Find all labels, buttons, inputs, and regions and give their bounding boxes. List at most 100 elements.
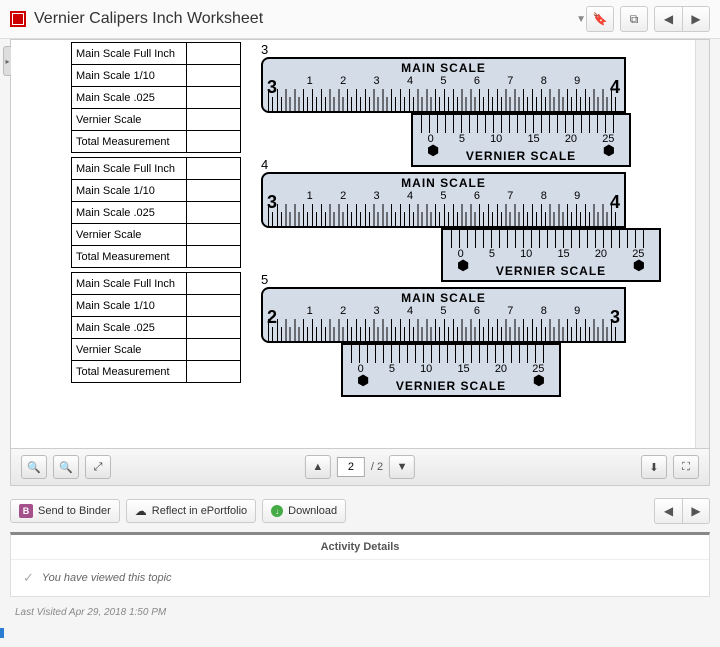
viewer-download-button[interactable]: ⬇ <box>641 455 667 479</box>
table-label: Total Measurement <box>72 246 187 268</box>
worksheet-row: Main Scale Full InchMain Scale 1/10Main … <box>26 155 684 268</box>
table-value <box>187 273 241 295</box>
viewer-controls: 🔍 🔍 ⤢ ▲ / 2 ▼ ⬇ ⛶ <box>11 448 709 485</box>
table-label: Vernier Scale <box>72 339 187 361</box>
pdf-icon <box>10 11 26 27</box>
caliper-block: 4 MAIN SCALE 3 4 123456789 0510152025 VE… <box>261 157 626 268</box>
table-value <box>187 202 241 224</box>
prev-topic-button[interactable]: ◀ <box>654 6 682 32</box>
main-scale-label: MAIN SCALE <box>263 289 624 305</box>
last-visited: Last Visited Apr 29, 2018 1:50 PM <box>0 597 720 628</box>
reflect-eportfolio-button[interactable]: ☁ Reflect in ePortfolio <box>126 499 256 523</box>
lock-right-icon: ⬢ <box>603 142 615 159</box>
caliper-graphic: MAIN SCALE 3 4 123456789 0510152025 VERN… <box>261 172 626 228</box>
vernier-ticks <box>451 230 651 248</box>
bookmark-button[interactable]: 🔖 <box>586 6 614 32</box>
table-label: Main Scale 1/10 <box>72 65 187 87</box>
table-value <box>187 295 241 317</box>
table-label: Main Scale 1/10 <box>72 180 187 202</box>
doc-title: Vernier Calipers Inch Worksheet <box>34 10 568 28</box>
download-button[interactable]: ↓ Download <box>262 499 346 523</box>
table-value <box>187 317 241 339</box>
next-action-button[interactable]: ▶ <box>682 498 710 524</box>
table-label: Main Scale Full Inch <box>72 273 187 295</box>
table-value <box>187 87 241 109</box>
table-value <box>187 43 241 65</box>
zoom-out-button[interactable]: 🔍 <box>21 455 47 479</box>
caliper-graphic: MAIN SCALE 2 3 123456789 0510152025 VERN… <box>261 287 626 343</box>
caliper-graphic: MAIN SCALE 3 4 123456789 0510152025 VERN… <box>261 57 626 113</box>
activity-details-heading: Activity Details <box>11 535 709 560</box>
main-scale-label: MAIN SCALE <box>263 174 624 190</box>
check-icon: ✓ <box>23 570 34 586</box>
table-value <box>187 65 241 87</box>
table-value <box>187 361 241 383</box>
fullscreen-button[interactable]: ⛶ <box>673 455 699 479</box>
prev-action-button[interactable]: ◀ <box>654 498 682 524</box>
send-to-binder-button[interactable]: B Send to Binder <box>10 499 120 523</box>
page-dropdown-button[interactable]: ▼ <box>389 455 415 479</box>
page-number-input[interactable] <box>337 457 365 477</box>
expand-sidebar-tab[interactable]: ▸ <box>3 46 11 76</box>
table-value <box>187 246 241 268</box>
table-value <box>187 131 241 153</box>
table-label: Main Scale Full Inch <box>72 43 187 65</box>
table-value <box>187 339 241 361</box>
measurement-table: Main Scale Full InchMain Scale 1/10Main … <box>71 272 241 383</box>
worksheet-row: Main Scale Full InchMain Scale 1/10Main … <box>26 40 684 153</box>
table-label: Main Scale .025 <box>72 87 187 109</box>
table-label: Main Scale .025 <box>72 317 187 339</box>
table-value <box>187 109 241 131</box>
viewer-frame: ▸ Main Scale Full InchMain Scale 1/10Mai… <box>10 39 710 486</box>
popout-button[interactable]: ⧉ <box>620 6 648 32</box>
page-up-button[interactable]: ▲ <box>305 455 331 479</box>
lock-right-icon: ⬢ <box>533 372 545 389</box>
vernier-label: VERNIER SCALE <box>343 379 559 393</box>
vernier-scale: 0510152025 VERNIER SCALE ⬢ ⬢ <box>411 113 631 167</box>
fit-width-button[interactable]: ⤢ <box>85 455 111 479</box>
next-topic-button[interactable]: ▶ <box>682 6 710 32</box>
main-scale: MAIN SCALE 2 3 123456789 <box>261 287 626 343</box>
vernier-label: VERNIER SCALE <box>443 264 659 278</box>
main-small-nums: 123456789 <box>263 190 624 202</box>
vernier-label: VERNIER SCALE <box>413 149 629 163</box>
vernier-ticks <box>421 115 621 133</box>
vernier-nums: 0510152025 <box>443 248 659 260</box>
activity-details-panel: Activity Details ✓ You have viewed this … <box>10 532 710 597</box>
table-label: Main Scale 1/10 <box>72 295 187 317</box>
cloud-icon: ☁ <box>135 504 147 518</box>
viewed-text: You have viewed this topic <box>42 572 172 584</box>
vernier-scale: 0510152025 VERNIER SCALE ⬢ ⬢ <box>441 228 661 282</box>
worksheet-row: Main Scale Full InchMain Scale 1/10Main … <box>26 270 684 383</box>
table-label: Main Scale .025 <box>72 202 187 224</box>
lock-left-icon: ⬢ <box>457 257 469 274</box>
table-label: Vernier Scale <box>72 109 187 131</box>
vernier-scale: 0510152025 VERNIER SCALE ⬢ ⬢ <box>341 343 561 397</box>
action-bar: B Send to Binder ☁ Reflect in ePortfolio… <box>10 498 710 524</box>
lock-right-icon: ⬢ <box>633 257 645 274</box>
table-label: Main Scale Full Inch <box>72 158 187 180</box>
download-icon: ↓ <box>271 505 283 517</box>
page-total: / 2 <box>371 461 383 473</box>
chevron-down-icon[interactable]: ▼ <box>576 14 586 25</box>
main-scale: MAIN SCALE 3 4 123456789 <box>261 57 626 113</box>
measurement-table: Main Scale Full InchMain Scale 1/10Main … <box>71 157 241 268</box>
measurement-table: Main Scale Full InchMain Scale 1/10Main … <box>71 42 241 153</box>
caliper-block: 3 MAIN SCALE 3 4 123456789 0510152025 VE… <box>261 42 626 153</box>
table-value <box>187 180 241 202</box>
question-number: 3 <box>261 42 626 57</box>
table-value <box>187 158 241 180</box>
binder-icon: B <box>19 504 33 518</box>
top-bar: Vernier Calipers Inch Worksheet ▼ 🔖 ⧉ ◀ … <box>0 0 720 39</box>
scrollbar[interactable] <box>695 40 709 448</box>
vernier-nums: 0510152025 <box>343 363 559 375</box>
caliper-block: 5 MAIN SCALE 2 3 123456789 0510152025 VE… <box>261 272 626 383</box>
lock-left-icon: ⬢ <box>427 142 439 159</box>
lock-left-icon: ⬢ <box>357 372 369 389</box>
accent-bar <box>0 628 4 638</box>
zoom-in-button[interactable]: 🔍 <box>53 455 79 479</box>
main-scale-label: MAIN SCALE <box>263 59 624 75</box>
table-label: Vernier Scale <box>72 224 187 246</box>
table-label: Total Measurement <box>72 361 187 383</box>
vernier-nums: 0510152025 <box>413 133 629 145</box>
